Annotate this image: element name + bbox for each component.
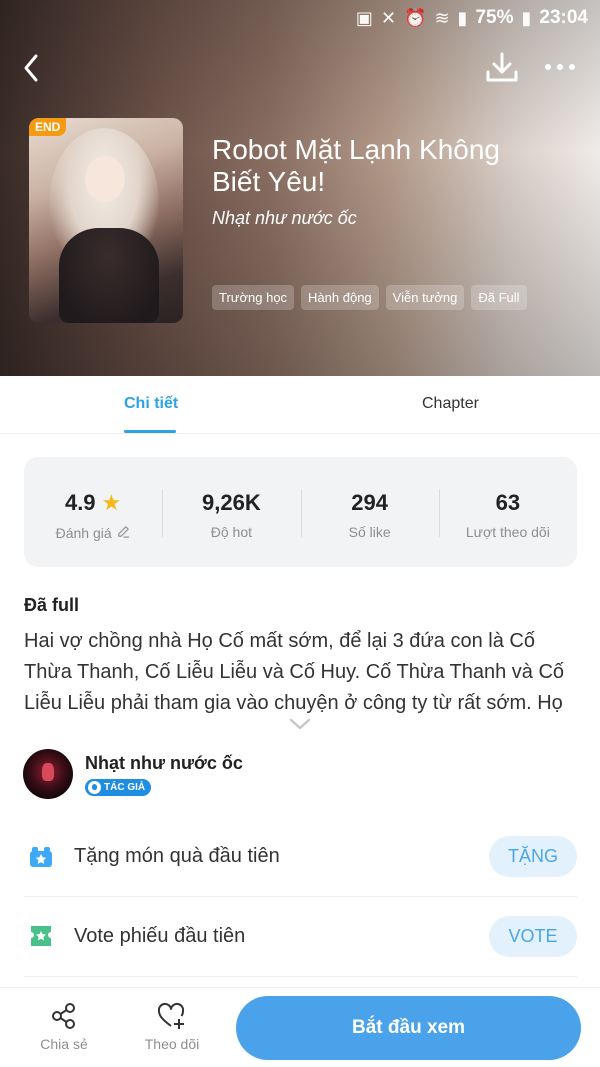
vote-button[interactable]: VOTE	[489, 916, 577, 957]
genre-tag[interactable]: Trường học	[212, 285, 295, 310]
stat-followers: 63 Lượt theo dõi	[438, 457, 577, 567]
end-badge: END	[29, 118, 67, 136]
genre-tags: Trường học Hành động Viễn tưởng Đã Full	[212, 285, 527, 310]
author-avatar[interactable]	[23, 749, 73, 799]
genre-tag[interactable]: Viễn tưởng	[385, 285, 465, 310]
alarm-icon: ⏰	[404, 7, 427, 28]
signal-icon: ▮	[457, 7, 468, 28]
top-bar	[0, 46, 600, 90]
chevron-left-icon	[24, 54, 38, 82]
likes-label: Số like	[348, 524, 391, 540]
share-label: Chia sẻ	[40, 1036, 88, 1052]
author-badge-icon	[88, 781, 101, 794]
back-button[interactable]	[18, 50, 52, 86]
stats-card: 4.9 ★ Đánh giá 9,26K Độ hot 294 Số like …	[24, 457, 577, 567]
synopsis-text: Hai vợ chồng nhà Họ Cố mất sớm, để lại 3…	[24, 630, 565, 714]
rating-value: 4.9	[64, 490, 96, 515]
genre-tag[interactable]: Hành động	[301, 285, 379, 310]
genre-tag[interactable]: Đã Full	[471, 285, 527, 310]
hot-value: 9,26K	[202, 490, 261, 515]
heart-plus-icon	[157, 1002, 185, 1029]
follow-label: Theo dõi	[144, 1036, 200, 1052]
author-role-label: TÁC GIẢ	[104, 782, 146, 793]
gift-button[interactable]: TẶNG	[489, 836, 577, 877]
battery-percent: 75%	[475, 7, 514, 28]
download-icon	[486, 52, 518, 82]
book-title: Robot Mặt Lạnh Không Biết Yêu!	[212, 134, 500, 197]
author-role-badge: TÁC GIẢ	[85, 779, 152, 796]
mute-icon: ✕	[380, 7, 397, 28]
tab-bar: Chi tiết Chapter	[0, 376, 600, 434]
wifi-icon: ≋	[434, 7, 450, 28]
book-cover-image	[29, 118, 183, 323]
author-name[interactable]: Nhạt như nước ốc	[85, 753, 243, 774]
gift-row: Tặng món quà đầu tiên TẶNG	[24, 817, 577, 897]
gift-icon	[30, 847, 52, 867]
likes-value: 294	[351, 490, 388, 515]
chevron-down-icon	[289, 718, 311, 730]
rating-label: Đánh giá	[55, 525, 112, 541]
more-dots-icon	[545, 64, 575, 70]
share-icon	[52, 1003, 75, 1029]
battery-icon: ▮	[521, 7, 532, 28]
tab-chapters[interactable]: Chapter	[422, 395, 479, 413]
share-button[interactable]: Chia sẻ	[36, 1002, 92, 1052]
start-reading-button[interactable]: Bắt đầu xem	[236, 996, 581, 1060]
vote-row: Vote phiếu đầu tiên VOTE	[24, 897, 577, 977]
ticket-icon	[31, 926, 51, 946]
status-bar: ▣ ✕ ⏰ ≋ ▮ 75% ▮ 23:04	[356, 6, 588, 30]
download-button[interactable]	[484, 48, 520, 86]
followers-value: 63	[495, 490, 521, 515]
tab-details[interactable]: Chi tiết	[124, 395, 178, 413]
vote-row-text: Vote phiếu đầu tiên	[74, 925, 246, 947]
active-tab-indicator	[124, 430, 176, 433]
more-options-button[interactable]	[540, 52, 580, 82]
stat-hot: 9,26K Độ hot	[162, 457, 300, 567]
stat-rating[interactable]: 4.9 ★ Đánh giá	[24, 457, 162, 567]
hot-label: Độ hot	[210, 524, 252, 540]
star-icon: ★	[101, 490, 122, 515]
stat-likes: 294 Số like	[300, 457, 439, 567]
edit-icon	[116, 524, 131, 542]
bottom-action-bar: Chia sẻ Theo dõi Bắt đầu xem	[0, 987, 600, 1067]
gift-row-text: Tặng món quà đầu tiên	[74, 845, 280, 867]
clock: 23:04	[539, 7, 588, 28]
expand-synopsis-button[interactable]	[288, 716, 312, 732]
completion-status: Đã full	[24, 595, 80, 615]
book-author: Nhạt như nước ốc	[212, 208, 357, 228]
follow-button[interactable]: Theo dõi	[140, 1002, 204, 1052]
followers-label: Lượt theo dõi	[465, 524, 550, 540]
battery-saver-icon: ▣	[355, 7, 373, 28]
